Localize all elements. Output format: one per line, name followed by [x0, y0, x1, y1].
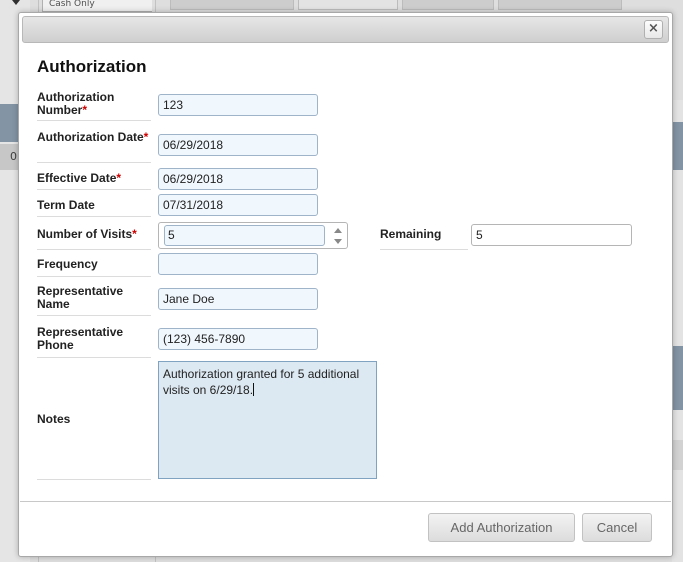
auth-date-label-text: Authorization Date: [37, 130, 144, 144]
chevron-down-icon[interactable]: [332, 236, 345, 247]
frequency-label-text: Frequency: [37, 257, 98, 271]
cancel-button[interactable]: Cancel: [582, 513, 652, 542]
required-marker: *: [82, 103, 88, 117]
remaining-label: Remaining: [380, 227, 468, 250]
rep-phone-label: Representative Phone: [37, 326, 151, 358]
add-authorization-button[interactable]: Add Authorization: [428, 513, 575, 542]
term-date-input[interactable]: 07/31/2018: [158, 194, 318, 216]
effective-date-input[interactable]: 06/29/2018: [158, 168, 318, 190]
dialog-titlebar[interactable]: ×: [22, 16, 669, 43]
effective-date-label-text: Effective Date: [37, 171, 117, 185]
visits-input[interactable]: 5: [164, 225, 325, 246]
effective-date-label: Effective Date*: [37, 172, 151, 190]
notes-text: Authorization granted for 5 additional v…: [163, 367, 363, 397]
footer-divider: [20, 501, 671, 502]
text-cursor: [253, 383, 255, 396]
notes-textarea[interactable]: Authorization granted for 5 additional v…: [158, 361, 377, 479]
chevron-up-icon[interactable]: [332, 225, 345, 236]
auth-number-label: Authorization Number*: [37, 91, 151, 121]
rep-phone-label-text: Representative Phone: [37, 325, 124, 352]
frequency-input[interactable]: [158, 253, 318, 275]
rep-name-label: Representative Name: [37, 285, 151, 316]
term-date-label-text: Term Date: [37, 198, 95, 212]
notes-label: Notes: [37, 359, 151, 480]
visits-label-text: Number of Visits: [37, 227, 133, 241]
rep-name-input[interactable]: Jane Doe: [158, 288, 318, 310]
required-marker: *: [116, 171, 122, 185]
rep-phone-input[interactable]: (123) 456-7890: [158, 328, 318, 350]
authorization-dialog: × Authorization Authorization Number* 12…: [18, 12, 673, 557]
required-marker: *: [132, 227, 137, 241]
rep-name-label-text: Representative Name: [37, 284, 124, 311]
auth-number-input[interactable]: 123: [158, 94, 318, 116]
dialog-title: Authorization: [37, 57, 147, 76]
visits-label: Number of Visits*: [37, 228, 151, 250]
notes-label-text: Notes: [37, 412, 71, 426]
visits-stepper: 5: [158, 222, 348, 249]
auth-date-input[interactable]: 06/29/2018: [158, 134, 318, 156]
remaining-input[interactable]: 5: [471, 224, 632, 246]
required-marker: *: [143, 130, 149, 144]
auth-number-label-text: Authorization Number: [37, 90, 115, 117]
close-icon[interactable]: ×: [644, 20, 663, 39]
term-date-label: Term Date: [37, 199, 151, 217]
auth-date-label: Authorization Date*: [37, 131, 151, 163]
frequency-label: Frequency: [37, 258, 151, 277]
